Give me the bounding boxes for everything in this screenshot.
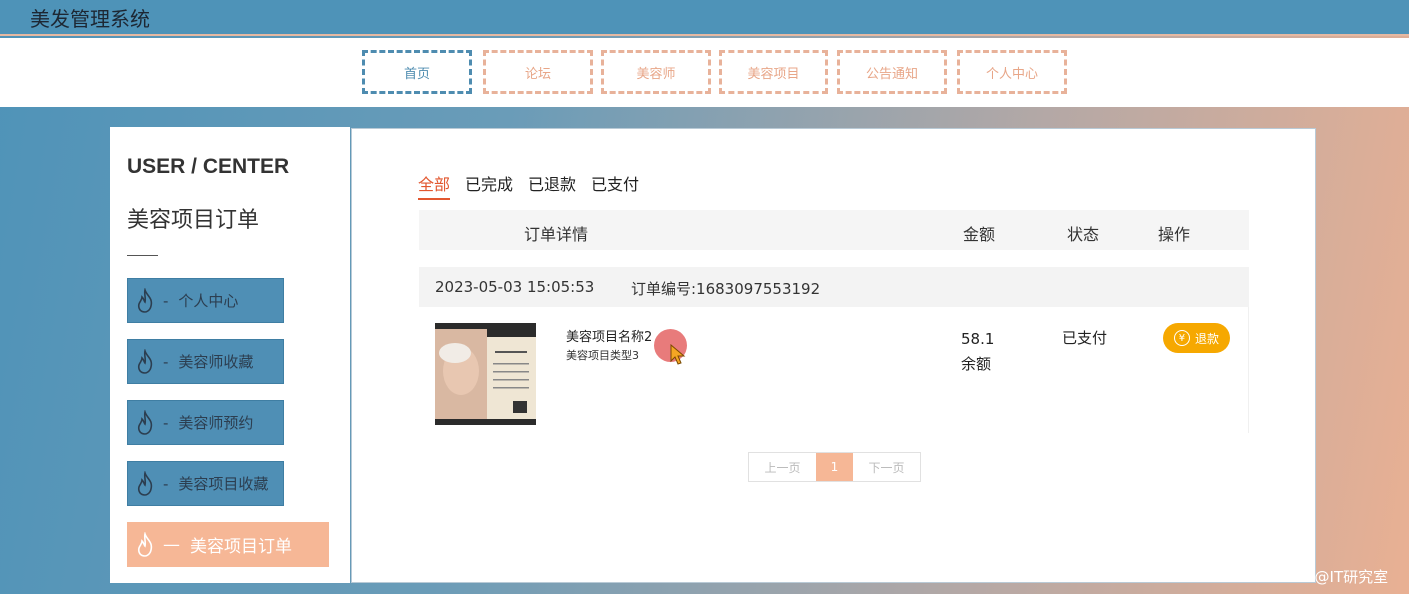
sidebar-item-label: 美容师收藏: [178, 353, 254, 371]
sidebar-item-label: 美容项目收藏: [178, 475, 269, 493]
product-thumbnail[interactable]: [435, 323, 536, 425]
sidebar-item-prefix: -: [163, 352, 169, 371]
order-amount: 58.1 余额: [961, 327, 994, 377]
tab-all[interactable]: 全部: [418, 171, 451, 200]
order-status: 已支付: [1062, 329, 1108, 347]
order-header: 2023-05-03 15:05:53 订单编号:1683097553192: [419, 267, 1249, 307]
flame-icon: [137, 531, 153, 557]
sidebar-item-prefix: -: [163, 413, 169, 432]
product-image: [435, 323, 536, 425]
product-name[interactable]: 美容项目名称2: [566, 326, 652, 345]
nav-beautician[interactable]: 美容师: [601, 50, 711, 94]
product-type: 美容项目类型3: [566, 349, 639, 362]
mouse-cursor-icon: [670, 344, 686, 365]
order-panel: 全部 已完成 已退款 已支付 订单详情 金额 状态 操作 2023-05-03 …: [351, 128, 1316, 583]
header-details: 订单详情: [524, 225, 589, 244]
order-tabs: 全部 已完成 已退款 已支付: [418, 171, 639, 200]
app-title: 美发管理系统: [30, 7, 150, 31]
sidebar-item-project-favorites[interactable]: - 美容项目收藏: [127, 461, 284, 506]
nav-beauty-project[interactable]: 美容项目: [719, 50, 828, 94]
header-amount: 金额: [963, 225, 996, 244]
main-nav: 首页 论坛 美容师 美容项目 公告通知 个人中心: [0, 38, 1409, 107]
sidebar-item-prefix: -: [163, 474, 169, 493]
header-action: 操作: [1158, 225, 1191, 244]
pay-method: 余额: [961, 355, 992, 373]
sidebar-item-label: 美容项目订单: [190, 537, 292, 557]
sidebar-subtitle: 美容项目订单: [127, 208, 260, 233]
nav-forum[interactable]: 论坛: [483, 50, 593, 94]
sidebar-item-label: 个人中心: [178, 292, 239, 310]
top-bar: 美发管理系统: [0, 0, 1409, 36]
header-status: 状态: [1067, 225, 1100, 244]
sidebar-item-personal-center[interactable]: - 个人中心: [127, 278, 284, 323]
sidebar-item-project-orders[interactable]: — 美容项目订单: [127, 522, 329, 567]
amount-value: 58.1: [961, 330, 995, 348]
page-1-button[interactable]: 1: [816, 453, 853, 481]
sidebar-item-prefix: -: [163, 291, 169, 310]
tab-refunded[interactable]: 已退款: [528, 171, 576, 200]
divider: [127, 255, 158, 256]
flame-icon: [137, 348, 153, 374]
sidebar-item-label: 美容师预约: [178, 414, 254, 432]
refund-button[interactable]: ¥ 退款: [1163, 323, 1230, 353]
sidebar-item-beautician-favorites[interactable]: - 美容师收藏: [127, 339, 284, 384]
nav-home[interactable]: 首页: [362, 50, 472, 94]
sidebar: USER / CENTER 美容项目订单 - 个人中心 - 美容师收藏 - 美容…: [110, 127, 350, 583]
next-page-button[interactable]: 下一页: [853, 453, 920, 481]
flame-icon: [137, 470, 153, 496]
order-number: 订单编号:1683097553192: [631, 280, 821, 298]
watermark: CSDN @IT研究室: [1267, 568, 1389, 586]
prev-page-button[interactable]: 上一页: [749, 453, 816, 481]
yen-icon: ¥: [1173, 330, 1190, 346]
tab-paid[interactable]: 已支付: [591, 171, 639, 200]
nav-announcement[interactable]: 公告通知: [837, 50, 947, 94]
order-row: 美容项目名称2 美容项目类型3 58.1 余额 已支付 ¥ 退款: [419, 307, 1249, 433]
sidebar-heading: USER / CENTER: [127, 155, 290, 178]
flame-icon: [137, 409, 153, 435]
refund-label: 退款: [1194, 331, 1219, 346]
pagination: 上一页 1 下一页: [748, 452, 921, 482]
flame-icon: [137, 287, 153, 313]
nav-personal-center[interactable]: 个人中心: [957, 50, 1067, 94]
order-time: 2023-05-03 15:05:53: [435, 278, 595, 296]
table-header: 订单详情 金额 状态 操作: [419, 210, 1249, 250]
sidebar-item-beautician-booking[interactable]: - 美容师预约: [127, 400, 284, 445]
sidebar-item-prefix: —: [163, 534, 180, 555]
tab-completed[interactable]: 已完成: [465, 171, 513, 200]
